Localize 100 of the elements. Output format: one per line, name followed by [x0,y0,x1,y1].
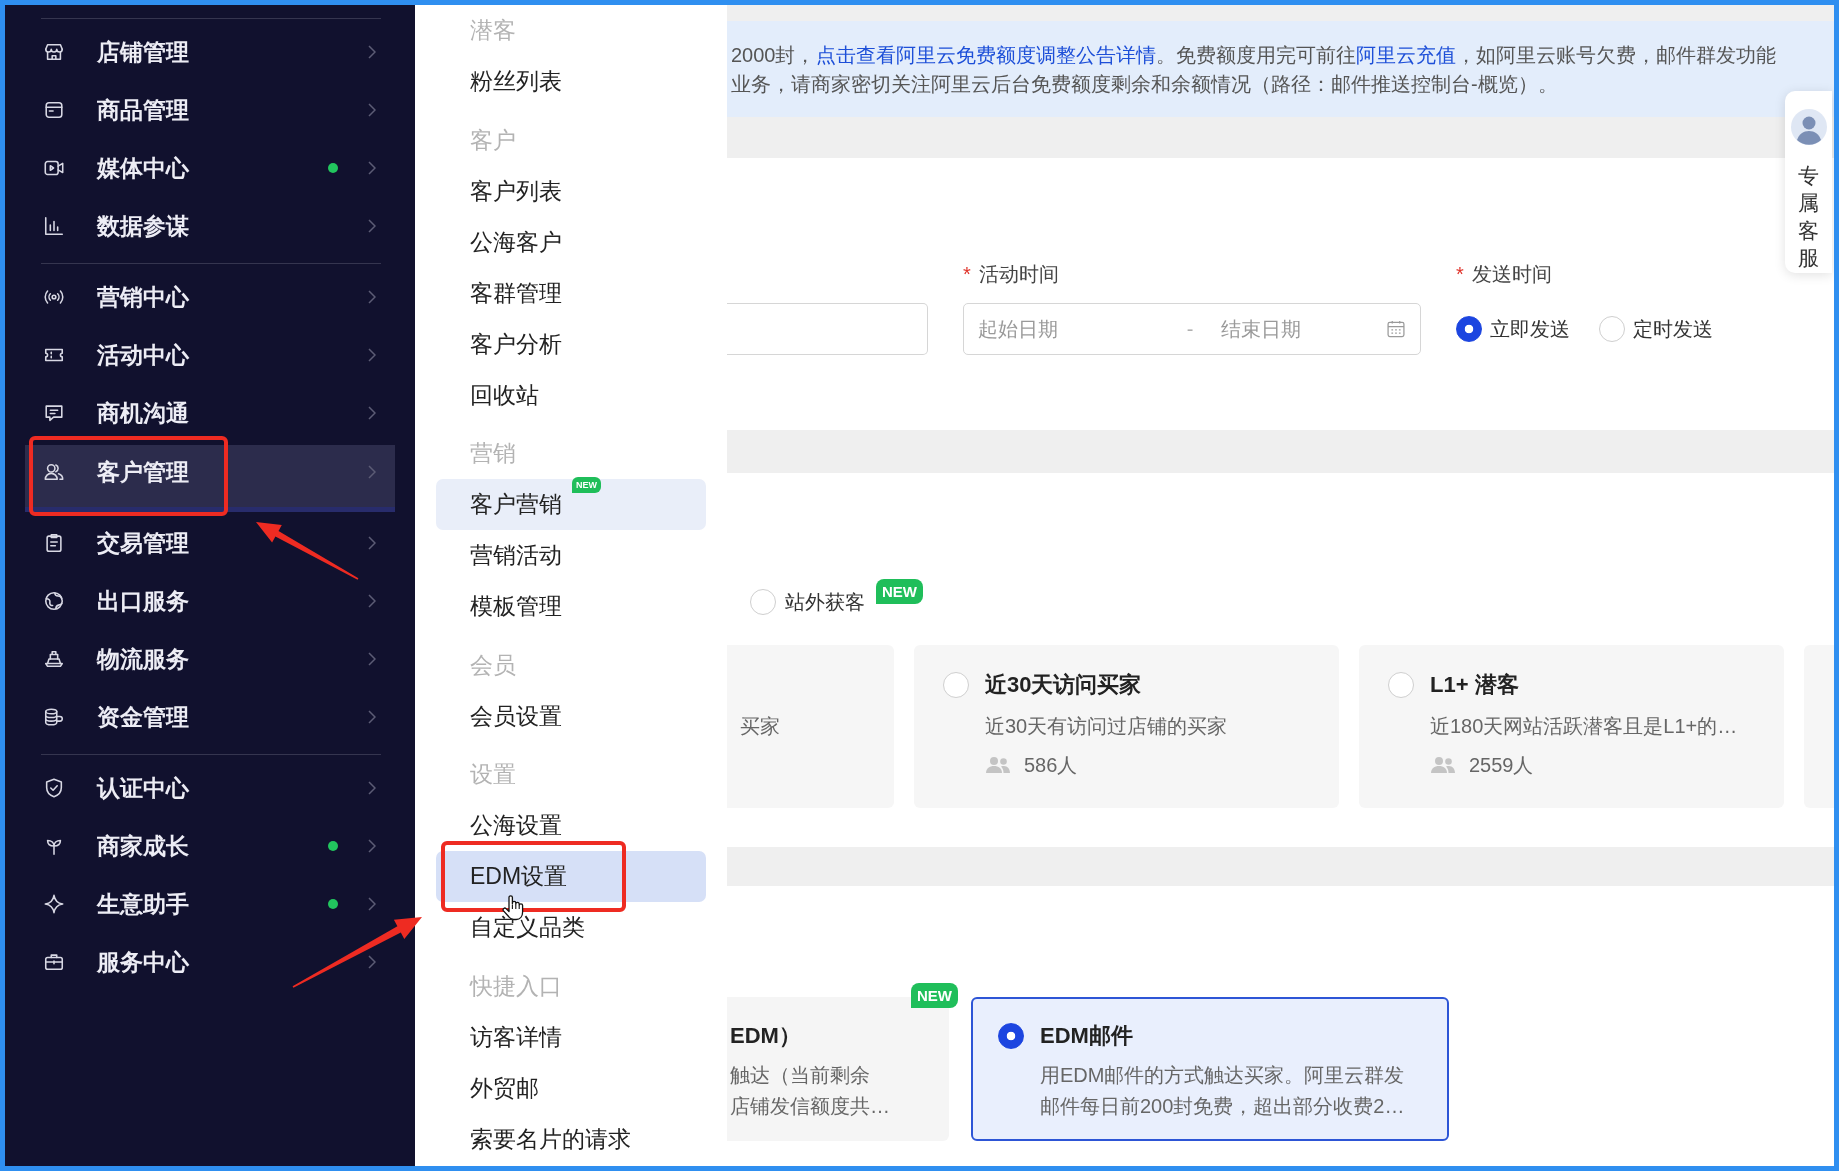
sparkle-icon [43,893,65,915]
chevron-right-icon [368,839,376,853]
card-description: 近180天网站活跃潜客且是L1+的… [1430,714,1739,739]
sidebar-item[interactable]: 认证中心 [25,759,395,817]
new-badge: NEW [911,983,958,1008]
briefcase-icon [43,951,65,973]
field-label: 活动时间 [978,261,1059,287]
chevron-right-icon [368,161,376,175]
card-title: EDM） [730,1022,801,1050]
chevron-right-icon [368,45,376,59]
sidebar-item[interactable]: 交易管理 [25,514,395,572]
member-count: 586人 [1024,752,1078,778]
submenu-item[interactable]: 公海客户 [436,216,706,268]
submenu-group-title: 客户 [469,125,517,155]
submenu-group-title: 会员 [469,650,517,680]
sidebar-item[interactable]: 商家成长 [25,817,395,875]
sidebar-item[interactable]: 数据参谋 [25,197,395,255]
sidebar-item[interactable]: 服务中心 [25,933,395,991]
submenu-item[interactable]: 模板管理 [436,581,706,632]
new-badge: NEW [572,477,601,493]
submenu-item[interactable]: 客群管理 [436,267,706,319]
card-description: 店铺发信额度共… [730,1094,891,1119]
clipboard-icon [43,532,65,554]
radio-label: 定时发送 [1633,316,1713,342]
sidebar-item[interactable]: 客户管理 [25,445,395,512]
submenu-item[interactable]: 公海设置 [436,800,706,851]
submenu-item[interactable]: 客户分析 [436,318,706,370]
chevron-right-icon [368,290,376,304]
required-mark: * [1456,262,1464,286]
submenu-item[interactable]: EDM设置 [436,851,706,902]
globe-icon [43,590,65,612]
notice-text: 2000封，点击查看阿里云免费额度调整公告详情。免费额度用完可前往阿里云充值，如阿里云账号欠费，邮件群发功能 [731,43,1777,68]
submenu-item[interactable]: 自定义品类 [436,902,706,953]
chevron-right-icon [368,103,376,117]
submenu-item[interactable]: 访客详情 [436,1011,706,1063]
card-description: 买家 [740,714,781,739]
submenu-item[interactable]: 外贸邮 [436,1062,706,1114]
chevron-right-icon [368,348,376,362]
card-title: 近30天访问买家 [985,671,1142,699]
sidebar-item[interactable]: 生意助手 [25,875,395,933]
audience-card[interactable]: 买家 [727,645,894,808]
chevron-right-icon [368,897,376,911]
channel-card[interactable]: EDM邮件 用EDM邮件的方式触达买家。阿里云群发 邮件每日前200封免费，超出部分收费2… [971,997,1449,1141]
member-count: 2559人 [1469,752,1534,778]
sidebar-item[interactable]: 商品管理 [25,81,395,139]
users-icon [43,461,65,483]
audience-card[interactable]: 近30天访问买家 近30天有访问过店铺的买家 586人 [914,645,1339,808]
chevron-right-icon [368,536,376,550]
chevron-right-icon [368,465,376,479]
storefront-icon [43,41,65,63]
radio-button[interactable] [998,1023,1024,1049]
text-input-field[interactable] [727,303,928,355]
chevron-right-icon [368,652,376,666]
audience-card[interactable]: L1+ 潜客 近180天网站活跃潜客且是L1+的… 2559人 [1359,645,1784,808]
submenu-item[interactable]: 营销活动 [436,530,706,581]
submenu-item[interactable]: 会员设置 [436,690,706,742]
sidebar-item[interactable]: 营销中心 [25,268,395,326]
shield-check-icon [43,777,65,799]
required-mark: * [963,262,971,286]
notice-link[interactable]: 点击查看阿里云免费额度调整公告详情 [815,44,1156,66]
chevron-right-icon [368,955,376,969]
coins-icon [43,706,65,728]
submenu-item[interactable]: 索要名片的请求 [436,1113,706,1165]
chevron-right-icon [368,594,376,608]
submenu-group-title: 设置 [469,760,517,789]
radio-label: 立即发送 [1490,316,1570,342]
people-icon [1430,756,1456,774]
sidebar-item[interactable]: 媒体中心 [25,139,395,197]
card-description: 邮件每日前200封免费，超出部分收费2… [1040,1094,1406,1119]
sidebar-item[interactable]: 资金管理 [25,688,395,746]
sidebar-item[interactable]: 活动中心 [25,326,395,384]
new-badge: NEW [876,579,923,604]
chevron-right-icon [368,219,376,233]
audience-card[interactable] [1804,645,1834,808]
people-icon [985,756,1011,774]
chat-icon [43,402,65,424]
card-title: EDM邮件 [1040,1022,1133,1050]
submenu-item[interactable]: 客户营销 NEW [436,479,706,530]
card-description: 用EDM邮件的方式触达买家。阿里云群发 [1040,1063,1406,1088]
notice-link[interactable]: 阿里云充值 [1355,44,1456,66]
card-description: 近30天有访问过店铺的买家 [985,714,1229,739]
field-label: 发送时间 [1471,261,1552,287]
support-button[interactable]: 专属客服 [1785,91,1832,274]
sidebar-item[interactable]: 店铺管理 [25,23,395,81]
notice-text: 业务，请商家密切关注阿里云后台免费额度剩余和余额情况（路径：邮件推送控制台-概览）。 [731,72,1559,97]
card-description: 触达（当前剩余 [730,1063,871,1088]
submenu-item[interactable]: 回收站 [436,369,706,421]
bar-chart-icon [43,215,65,237]
submenu-item[interactable]: 粉丝列表 [436,56,706,107]
card-title: L1+ 潜客 [1430,671,1519,699]
card-icon [43,99,65,121]
calendar-icon [1386,319,1406,339]
chevron-right-icon [368,710,376,724]
sidebar-item[interactable]: 出口服务 [25,572,395,630]
sidebar-item[interactable]: 商机沟通 [25,384,395,442]
submenu-item[interactable]: 客户列表 [436,165,706,217]
chevron-right-icon [368,406,376,420]
chevron-right-icon [368,781,376,795]
radio-button[interactable] [1456,316,1482,342]
sidebar-item[interactable]: 物流服务 [25,630,395,688]
